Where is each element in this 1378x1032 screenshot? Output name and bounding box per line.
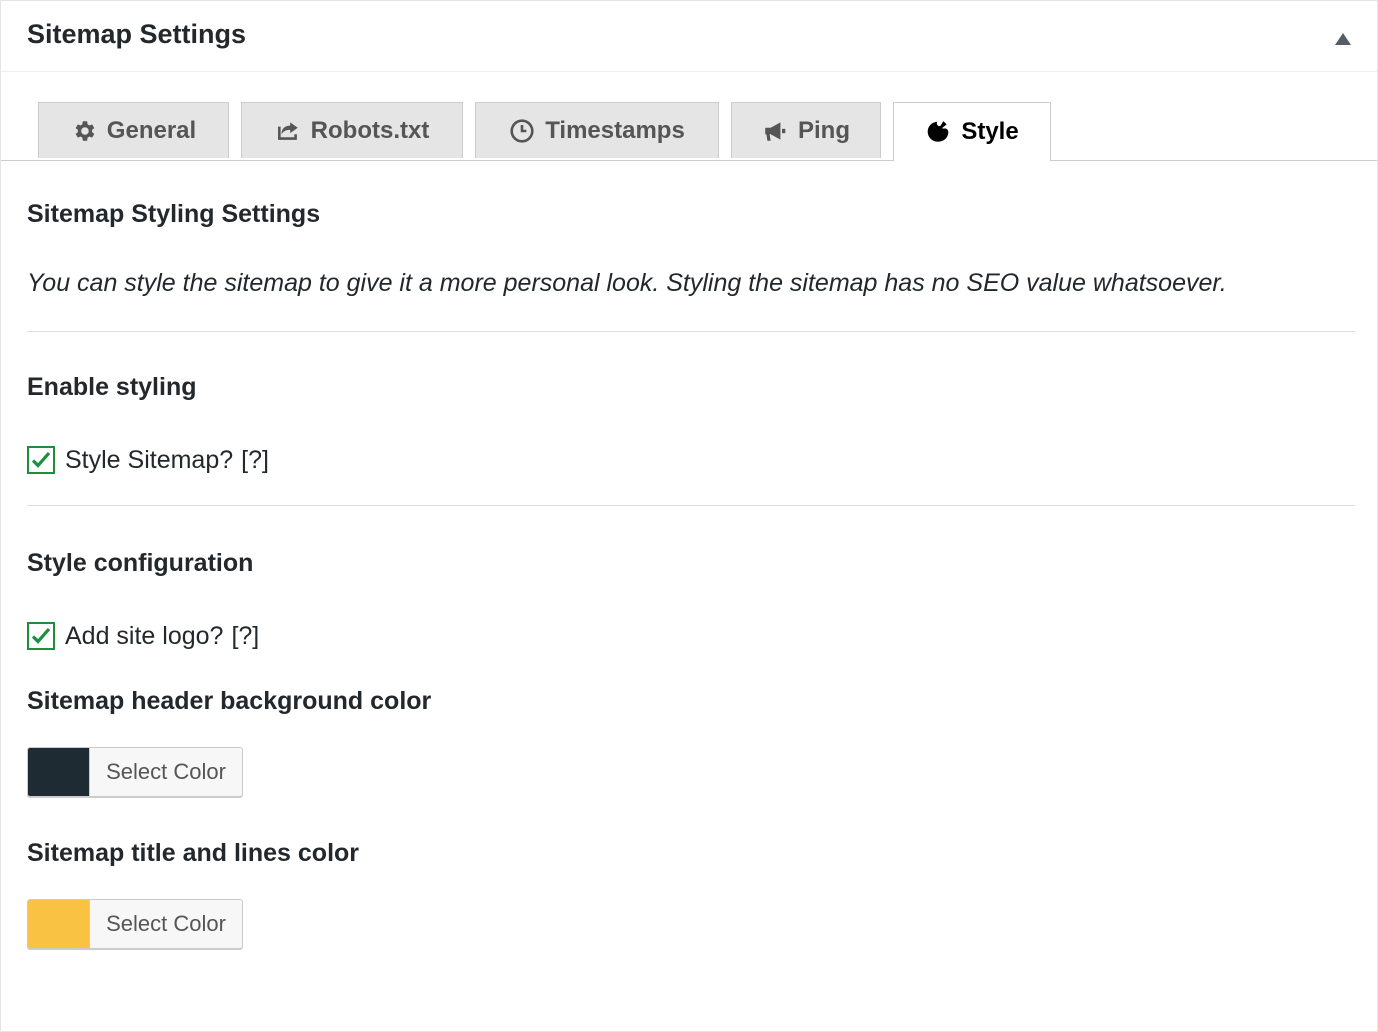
- megaphone-icon: [762, 118, 788, 144]
- select-color-label: Select Color: [106, 759, 226, 784]
- description-text: You can style the sitemap to give it a m…: [27, 269, 1227, 297]
- enable-styling-heading: Enable styling: [27, 373, 197, 401]
- tab-label: Timestamps: [545, 116, 685, 144]
- add-site-logo-help-link[interactable]: [?]: [231, 622, 259, 651]
- checkmark-icon: [31, 451, 51, 468]
- title-lines-color-picker[interactable]: Select Color: [27, 899, 243, 949]
- tab-label: Ping: [798, 116, 850, 144]
- style-sitemap-option: Style Sitemap? [?]: [27, 444, 269, 476]
- style-sitemap-checkbox[interactable]: [27, 446, 55, 474]
- panel-title: Sitemap Settings: [27, 19, 247, 49]
- header-background-color-heading: Sitemap header background color: [27, 687, 432, 715]
- title-lines-color-heading: Sitemap title and lines color: [27, 839, 360, 867]
- palette-icon: [925, 119, 951, 145]
- panel-header: Sitemap Settings: [1, 1, 1377, 72]
- add-site-logo-label: Add site logo?: [65, 621, 224, 650]
- settings-tabs: General Robots.txt Timestamps Ping Style: [1, 102, 1377, 161]
- tab-general[interactable]: General: [38, 102, 229, 158]
- color-swatch: [28, 900, 90, 948]
- divider: [27, 505, 1355, 506]
- tab-label: Robots.txt: [310, 116, 430, 144]
- add-site-logo-checkbox[interactable]: [27, 622, 55, 650]
- tab-ping[interactable]: Ping: [731, 102, 881, 158]
- tab-label: General: [106, 116, 197, 144]
- tab-style[interactable]: Style: [893, 102, 1051, 161]
- checkmark-icon: [31, 627, 51, 644]
- header-background-color-picker[interactable]: Select Color: [27, 747, 243, 797]
- tab-robots[interactable]: Robots.txt: [241, 102, 463, 158]
- collapse-toggle-icon[interactable]: [1335, 33, 1351, 45]
- share-icon: [275, 118, 301, 144]
- tab-label: Style: [961, 118, 1019, 145]
- color-swatch: [28, 748, 90, 796]
- add-site-logo-option: Add site logo? [?]: [27, 620, 259, 652]
- style-sitemap-help-link[interactable]: [?]: [241, 446, 269, 475]
- style-configuration-heading: Style configuration: [27, 549, 254, 577]
- sitemap-settings-panel: Sitemap Settings General Robots.txt Time…: [0, 0, 1378, 1032]
- tab-timestamps[interactable]: Timestamps: [475, 102, 719, 158]
- clock-icon: [509, 118, 535, 144]
- page-title: Sitemap Styling Settings: [27, 200, 321, 228]
- gear-icon: [71, 118, 97, 144]
- select-color-label: Select Color: [106, 911, 226, 936]
- divider: [27, 331, 1355, 332]
- style-sitemap-label: Style Sitemap?: [65, 445, 234, 474]
